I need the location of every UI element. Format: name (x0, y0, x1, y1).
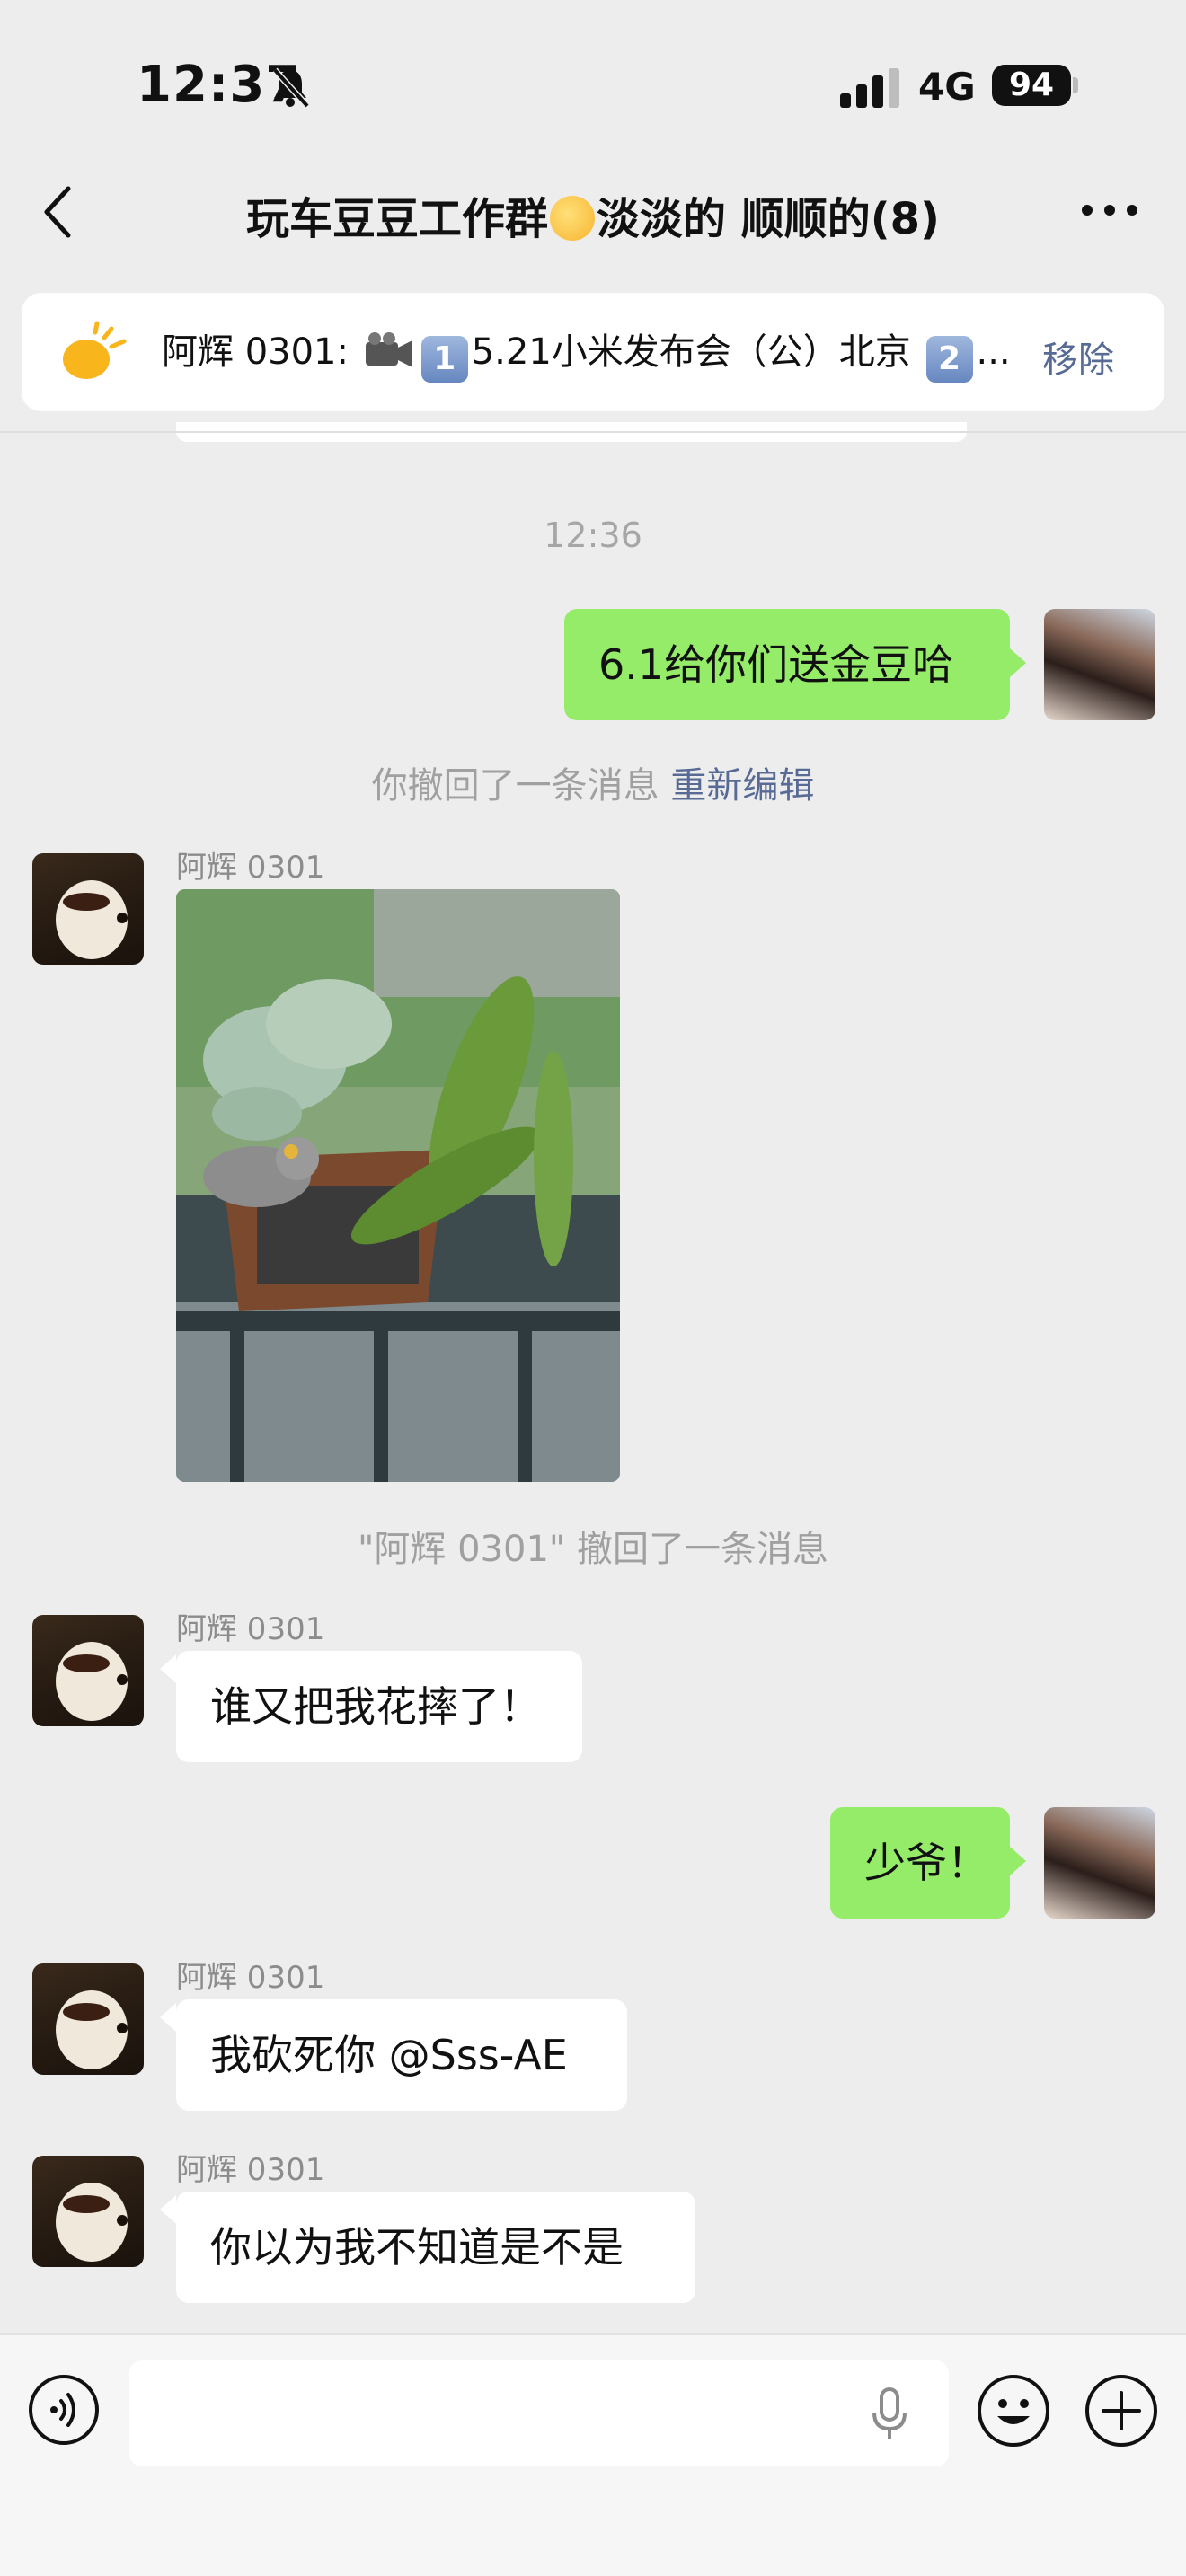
pinned-ellipsis: ... (976, 331, 1011, 373)
remove-button[interactable]: 移除 (1042, 331, 1114, 383)
network-type: 4G (918, 65, 976, 109)
message-text: 少爷！ (864, 1839, 988, 1887)
image-message[interactable] (176, 889, 620, 1482)
plus-icon[interactable] (1084, 2373, 1159, 2448)
message-bubble-incoming[interactable]: 你以为我不知道是不是 (176, 2192, 695, 2303)
succulent-photo (176, 889, 620, 1482)
number-badge-2: 2 (925, 336, 973, 383)
bubble-tail (160, 2003, 176, 2032)
dog-avatar-image (56, 880, 128, 959)
message-bubble-incoming[interactable]: 谁又把我花摔了！ (176, 1651, 582, 1762)
avatar-sender[interactable] (32, 2156, 144, 2267)
recall-notice-self: 你撤回了一条消息 重新编辑 (0, 756, 1186, 808)
pinned-item-1: 5.21小米发布会（公）北京 (471, 331, 911, 373)
bubble-tail (160, 2195, 176, 2224)
voice-icon[interactable] (27, 2373, 101, 2447)
dog-avatar-image (56, 1642, 128, 1721)
title-group-name: 玩车豆豆工作群 (245, 194, 548, 244)
sender-name: 阿辉 0301 (176, 1611, 325, 1647)
dog-avatar-image (56, 2183, 128, 2262)
input-bar (0, 2333, 1186, 2576)
bubble-tail (1010, 648, 1026, 677)
divider (0, 431, 1186, 433)
chevron-left-icon[interactable] (40, 183, 75, 241)
avatar-sender[interactable] (32, 1963, 144, 2075)
message-bubble-incoming[interactable]: 我砍死你 @Sss-AE (176, 1999, 627, 2111)
message-text: 你以为我不知道是不是 (210, 2223, 624, 2272)
bell-slash-icon (272, 67, 310, 109)
signal-bars-icon (840, 68, 899, 108)
dog-avatar-image (56, 1990, 128, 2069)
title-suffix: 淡淡的 顺顺的 (597, 194, 871, 244)
battery-tip (1073, 77, 1078, 93)
pinned-announcement[interactable]: 阿辉 0301: 1 5.21小米发布会（公）北京 2... 移除 (22, 293, 1164, 411)
member-count: (8) (870, 194, 940, 244)
message-text: 谁又把我花摔了！ (210, 1682, 541, 1731)
number-badge-1: 1 (420, 336, 468, 383)
recall-text: 你撤回了一条消息 (371, 765, 659, 807)
sender-name: 阿辉 0301 (176, 850, 325, 886)
bubble-tail (1010, 1847, 1026, 1875)
recall-notice-other: "阿辉 0301" 撤回了一条消息 (357, 1529, 829, 1570)
pinned-sender: 阿辉 0301: (162, 331, 349, 373)
microphone-icon[interactable] (870, 2387, 909, 2441)
message-input[interactable] (129, 2360, 949, 2466)
emoji-icon[interactable] (976, 2373, 1051, 2448)
bubble-tail (160, 1654, 176, 1683)
chat-timestamp: 12:36 (544, 516, 642, 555)
sun-face-emoji (550, 196, 595, 241)
battery-level: 94 (992, 65, 1071, 106)
more-dots-icon[interactable] (1078, 201, 1141, 219)
avatar-self[interactable] (1044, 609, 1155, 720)
message-bubble-outgoing[interactable]: 少爷！ (830, 1807, 1010, 1919)
message-text: 6.1给你们送金豆哈 (598, 640, 954, 689)
reedit-link[interactable]: 重新编辑 (670, 765, 814, 807)
pinned-text: 阿辉 0301: 1 5.21小米发布会（公）北京 2... (162, 325, 1021, 383)
avatar-sender[interactable] (32, 1615, 144, 1726)
avatar-self[interactable] (1044, 1807, 1155, 1919)
sender-name: 阿辉 0301 (176, 2152, 325, 2188)
sender-name: 阿辉 0301 (176, 1960, 325, 1996)
video-camera-icon (365, 332, 412, 367)
message-text: 我砍死你 @Sss-AE (210, 2031, 568, 2079)
chat-title[interactable]: 玩车豆豆工作群 淡淡的 顺顺的(8) (135, 183, 1051, 246)
avatar-sender[interactable] (32, 853, 144, 965)
message-bubble-outgoing[interactable]: 6.1给你们送金豆哈 (564, 609, 1010, 720)
sun-icon (63, 321, 127, 379)
